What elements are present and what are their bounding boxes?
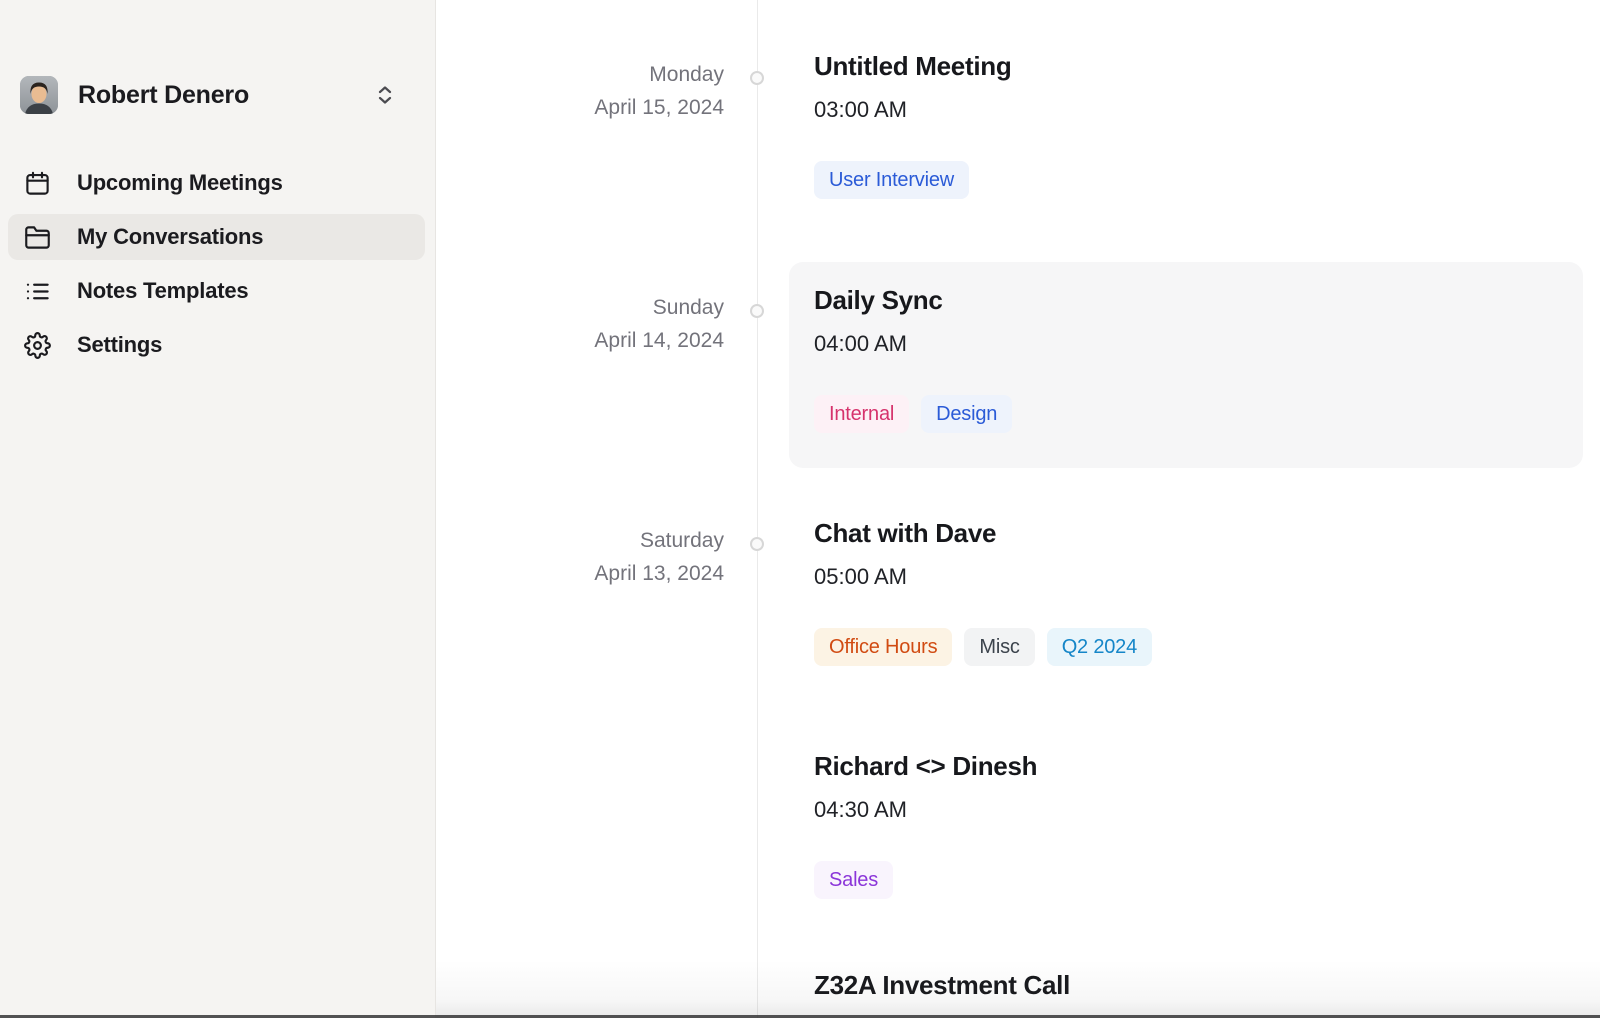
sidebar-item-label: Notes Templates <box>77 278 248 304</box>
folder-icon <box>24 224 51 251</box>
sidebar-item-upcoming-meetings[interactable]: Upcoming Meetings <box>8 160 425 206</box>
account-switcher[interactable]: Robert Denero <box>20 74 421 116</box>
meeting-title[interactable]: Daily Sync <box>814 285 1012 316</box>
meeting-time: 04:00 AM <box>814 330 1012 358</box>
meeting-title[interactable]: Untitled Meeting <box>814 51 1011 82</box>
date-label: Sunday April 14, 2024 <box>436 291 724 357</box>
meeting-item[interactable]: Untitled Meeting 03:00 AM User Interview <box>814 51 1011 199</box>
meeting-title[interactable]: Z32A Investment Call <box>814 970 1070 1001</box>
date-full: April 13, 2024 <box>436 557 724 590</box>
sidebar-nav: Upcoming Meetings My Conversations <box>8 160 425 376</box>
sidebar: Robert Denero Upcoming Meetings <box>0 0 436 1018</box>
date-label: Saturday April 13, 2024 <box>436 524 724 590</box>
date-full: April 14, 2024 <box>436 324 724 357</box>
tag-sales[interactable]: Sales <box>814 861 893 899</box>
sidebar-item-settings[interactable]: Settings <box>8 322 425 368</box>
meeting-item[interactable]: Chat with Dave 05:00 AM Office Hours Mis… <box>814 518 1152 666</box>
sidebar-item-my-conversations[interactable]: My Conversations <box>8 214 425 260</box>
sidebar-item-label: Upcoming Meetings <box>77 170 283 196</box>
date-label: Monday April 15, 2024 <box>436 58 724 124</box>
tag-user-interview[interactable]: User Interview <box>814 161 969 199</box>
meeting-tags: Internal Design <box>814 395 1012 433</box>
date-weekday: Sunday <box>436 291 724 324</box>
sidebar-item-label: Settings <box>77 332 162 358</box>
date-weekday: Monday <box>436 58 724 91</box>
meeting-item[interactable]: Richard <> Dinesh 04:30 AM Sales <box>814 751 1037 899</box>
chevron-up-down-icon <box>373 82 397 108</box>
app-window: Robert Denero Upcoming Meetings <box>0 0 1600 1018</box>
meeting-item[interactable]: Daily Sync 04:00 AM Internal Design <box>814 285 1012 433</box>
timeline-dot <box>750 304 764 318</box>
meeting-tags: Sales <box>814 861 1037 899</box>
meeting-title[interactable]: Richard <> Dinesh <box>814 751 1037 782</box>
meeting-tags: Office Hours Misc Q2 2024 <box>814 628 1152 666</box>
tag-q2-2024[interactable]: Q2 2024 <box>1047 628 1152 666</box>
meeting-time: 05:00 AM <box>814 563 1152 591</box>
avatar <box>20 76 58 114</box>
meeting-title[interactable]: Chat with Dave <box>814 518 1152 549</box>
meeting-tags: User Interview <box>814 161 1011 199</box>
timeline-dot <box>750 537 764 551</box>
tag-misc[interactable]: Misc <box>964 628 1034 666</box>
date-full: April 15, 2024 <box>436 91 724 124</box>
tag-design[interactable]: Design <box>921 395 1012 433</box>
list-icon <box>24 278 51 305</box>
timeline-dot <box>750 71 764 85</box>
user-name: Robert Denero <box>78 81 373 110</box>
date-weekday: Saturday <box>436 524 724 557</box>
calendar-icon <box>24 170 51 197</box>
conversations-timeline: Monday April 15, 2024 Sunday April 14, 2… <box>436 0 1600 1018</box>
timeline-line <box>757 0 758 1018</box>
sidebar-item-label: My Conversations <box>77 224 263 250</box>
sidebar-item-notes-templates[interactable]: Notes Templates <box>8 268 425 314</box>
meeting-time: 03:00 AM <box>814 96 1011 124</box>
meeting-item[interactable]: Z32A Investment Call <box>814 970 1070 1001</box>
meeting-time: 04:30 AM <box>814 796 1037 824</box>
tag-internal[interactable]: Internal <box>814 395 909 433</box>
gear-icon <box>24 332 51 359</box>
tag-office-hours[interactable]: Office Hours <box>814 628 952 666</box>
